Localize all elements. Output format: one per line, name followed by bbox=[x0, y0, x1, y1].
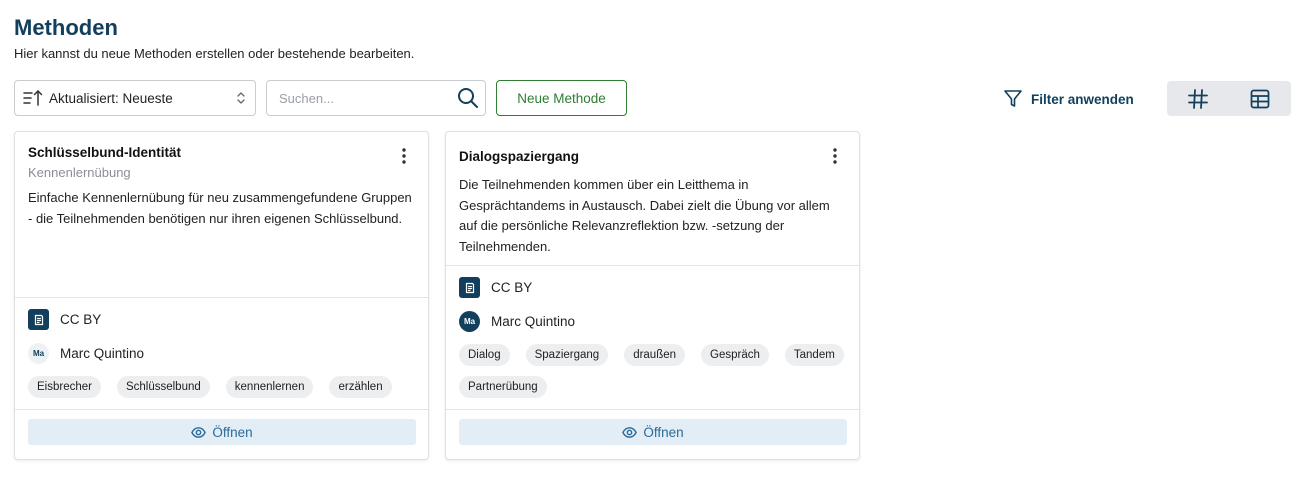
filter-icon bbox=[1004, 90, 1022, 107]
author-name: Marc Quintino bbox=[60, 346, 145, 361]
card-description: Die Teilnehmenden kommen über ein Leitth… bbox=[459, 177, 830, 254]
license-document-icon bbox=[459, 277, 480, 298]
card-divider bbox=[446, 265, 859, 266]
avatar: Ma bbox=[459, 311, 480, 332]
grid-view-button[interactable] bbox=[1167, 81, 1229, 116]
sort-select[interactable]: Aktualisiert: Neueste bbox=[14, 80, 256, 116]
card-category: Kennenlernübung bbox=[28, 165, 131, 180]
card-divider bbox=[446, 409, 859, 410]
page-subtitle: Hier kannst du neue Methoden erstellen o… bbox=[14, 46, 415, 61]
tag[interactable]: kennenlernen bbox=[225, 376, 314, 398]
author-row: Ma Marc Quintino bbox=[459, 311, 575, 332]
card-description: Einfache Kennenlernübung für neu zusamme… bbox=[28, 190, 412, 226]
open-button-label: Öffnen bbox=[643, 424, 684, 440]
license-row: CC BY bbox=[459, 277, 532, 298]
license-document-icon bbox=[28, 309, 49, 330]
sort-select-label: Aktualisiert: Neueste bbox=[49, 90, 173, 106]
view-toggle bbox=[1167, 81, 1291, 116]
author-name: Marc Quintino bbox=[491, 314, 576, 329]
tag[interactable]: Gespräch bbox=[701, 344, 769, 366]
more-vertical-icon[interactable] bbox=[825, 146, 845, 166]
card-divider bbox=[15, 409, 428, 410]
more-vertical-icon[interactable] bbox=[394, 146, 414, 166]
open-button[interactable]: Öffnen bbox=[28, 419, 416, 445]
tag-list: Eisbrecher Schlüsselbund kennenlernen er… bbox=[28, 376, 423, 398]
tag-list: Dialog Spaziergang draußen Gespräch Tand… bbox=[459, 344, 854, 398]
table-view-button[interactable] bbox=[1229, 81, 1291, 116]
tag[interactable]: Schlüsselbund bbox=[116, 376, 210, 398]
sort-ascending-icon bbox=[23, 89, 43, 106]
method-card: Schlüsselbund-Identität Kennenlernübung … bbox=[14, 131, 429, 460]
tag[interactable]: Eisbrecher bbox=[28, 376, 101, 398]
filter-button-label: Filter anwenden bbox=[1031, 91, 1134, 107]
hash-grid-icon bbox=[1188, 88, 1208, 109]
license-label: CC BY bbox=[491, 280, 533, 295]
eye-icon bbox=[191, 426, 207, 438]
open-button[interactable]: Öffnen bbox=[459, 419, 847, 445]
card-title: Schlüsselbund-Identität bbox=[28, 145, 182, 160]
license-row: CC BY bbox=[28, 309, 101, 330]
chevron-up-down-icon bbox=[237, 92, 245, 104]
table-icon bbox=[1250, 89, 1270, 108]
tag[interactable]: Partnerübung bbox=[459, 376, 547, 398]
eye-icon bbox=[622, 426, 638, 438]
avatar: Ma bbox=[28, 343, 49, 364]
search-icon[interactable] bbox=[457, 87, 479, 109]
author-row: Ma Marc Quintino bbox=[28, 343, 144, 364]
tag[interactable]: Dialog bbox=[459, 344, 510, 366]
search-box bbox=[266, 80, 486, 116]
card-title: Dialogspaziergang bbox=[459, 149, 580, 164]
tag[interactable]: Tandem bbox=[784, 344, 844, 366]
license-label: CC BY bbox=[60, 312, 102, 327]
page-title: Methoden bbox=[14, 15, 118, 40]
tag[interactable]: Spaziergang bbox=[525, 344, 609, 366]
tag[interactable]: draußen bbox=[624, 344, 686, 366]
open-button-label: Öffnen bbox=[212, 424, 253, 440]
method-card: Dialogspaziergang Die Teilnehmenden komm… bbox=[445, 131, 860, 460]
new-method-button[interactable]: Neue Methode bbox=[496, 80, 627, 116]
search-input[interactable] bbox=[279, 90, 457, 106]
tag[interactable]: erzählen bbox=[329, 376, 392, 398]
card-divider bbox=[15, 297, 428, 298]
filter-button[interactable]: Filter anwenden bbox=[1003, 86, 1134, 112]
